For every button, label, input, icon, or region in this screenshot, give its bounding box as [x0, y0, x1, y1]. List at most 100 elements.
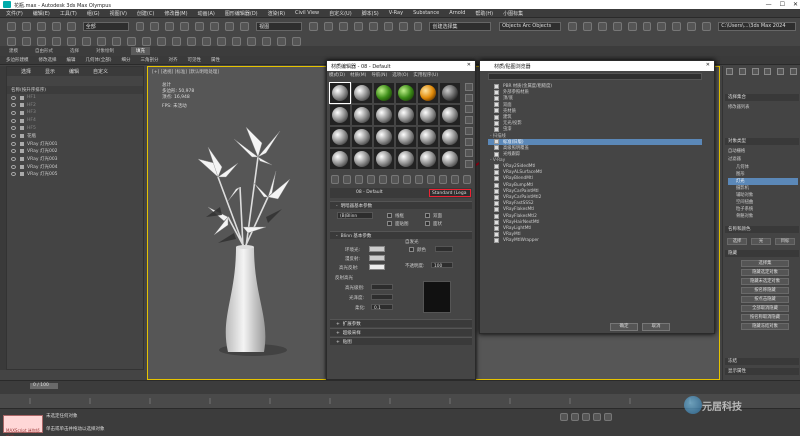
curve-editor-icon[interactable] — [627, 21, 637, 31]
lock-icon[interactable] — [277, 37, 286, 46]
ribbon-poly-modeling[interactable]: 多边形建模 — [6, 57, 29, 63]
ribbon-modify-selection[interactable]: 修改选择 — [39, 57, 57, 63]
hide-by-hit-button[interactable]: 按点击隐藏 — [741, 296, 789, 303]
extended-params-rollout[interactable]: + 扩展参数 — [330, 319, 472, 327]
explorer-tab-edit[interactable]: 编辑 — [69, 68, 79, 75]
menu-substance[interactable]: Substance — [413, 10, 439, 16]
material-slot[interactable] — [440, 149, 460, 169]
hide-by-category-button[interactable]: 选择集 — [741, 260, 789, 267]
render-frame-icon[interactable] — [687, 21, 697, 31]
select-button[interactable]: 选择 — [727, 238, 747, 245]
menu-modifiers[interactable]: 修改器(M) — [164, 10, 187, 17]
two-sided-checkbox[interactable] — [425, 213, 430, 218]
explorer-tab-customize[interactable]: 自定义 — [93, 68, 108, 75]
diffuse-color-swatch[interactable] — [369, 255, 385, 261]
object-type-section[interactable]: 对象类型 — [725, 138, 799, 145]
rect-select-icon[interactable] — [165, 21, 175, 31]
object-type-item[interactable]: 几何体 — [728, 164, 798, 171]
ok-button[interactable]: 确定 — [610, 323, 638, 331]
material-slot[interactable] — [330, 127, 350, 147]
material-slot[interactable] — [374, 83, 394, 103]
self-illum-color-checkbox[interactable] — [409, 247, 414, 252]
teapot-icon[interactable] — [217, 37, 226, 46]
name-color-section[interactable]: 名称和颜色 — [725, 226, 799, 233]
window-crossing-icon[interactable] — [180, 21, 190, 31]
path-dropdown[interactable]: C:\Users\...\3ds Max 2024 — [718, 21, 796, 31]
freeze-section[interactable]: 冻结 — [725, 358, 799, 365]
rotate-icon[interactable] — [210, 21, 220, 31]
visibility-eye-icon[interactable] — [11, 164, 16, 169]
graphite-icon[interactable] — [612, 21, 622, 31]
show-end-icon[interactable] — [439, 175, 447, 184]
uv-tiling-icon[interactable] — [465, 116, 473, 124]
material-slot[interactable] — [352, 83, 372, 103]
material-editor-icon[interactable] — [657, 21, 667, 31]
put-to-scene-icon[interactable] — [343, 175, 351, 184]
close-button[interactable]: ✕ — [793, 1, 798, 8]
display-tab-icon[interactable] — [777, 67, 785, 75]
cylinder-icon[interactable] — [127, 37, 136, 46]
show-map-icon[interactable] — [427, 175, 435, 184]
go-end-icon[interactable] — [604, 413, 612, 421]
select-layer-icon[interactable] — [52, 37, 61, 46]
soften-input[interactable]: 0.1 — [371, 304, 393, 311]
material-slot[interactable] — [396, 83, 416, 103]
get-material-icon[interactable] — [331, 175, 339, 184]
menu-group[interactable]: 组(G) — [87, 10, 100, 17]
explorer-tab-select[interactable]: 选择 — [21, 68, 31, 75]
material-slot[interactable] — [396, 105, 416, 125]
material-slot[interactable] — [330, 149, 350, 169]
menu-animation[interactable]: 动画(A) — [198, 10, 215, 17]
explorer-row[interactable]: 花瓶 — [7, 132, 143, 140]
specular-color-swatch[interactable] — [369, 264, 385, 270]
material-slot[interactable] — [440, 83, 460, 103]
grid-icon[interactable] — [247, 37, 256, 46]
layers-icon[interactable] — [597, 21, 607, 31]
modify-tab-icon[interactable] — [738, 67, 746, 75]
object-type-item[interactable]: 骨骼对象 — [728, 213, 798, 220]
explorer-tab-display[interactable]: 显示 — [45, 68, 55, 75]
spinner-snap-icon[interactable] — [398, 21, 408, 31]
material-slot[interactable] — [396, 127, 416, 147]
mated-menu-navigation[interactable]: 导航(N) — [371, 72, 387, 78]
angle-snap-icon[interactable] — [368, 21, 378, 31]
snaps-icon[interactable] — [353, 21, 363, 31]
unhide-all-button[interactable]: 全部取消隐藏 — [741, 305, 789, 312]
brackets-icon[interactable] — [82, 37, 91, 46]
menu-help[interactable]: 帮助(H) — [475, 10, 493, 17]
mated-menu-mode[interactable]: 模式(D) — [329, 72, 345, 78]
material-slot[interactable] — [374, 127, 394, 147]
next-frame-icon[interactable] — [593, 413, 601, 421]
object-type-item[interactable]: 摄影机 — [728, 185, 798, 192]
background-icon[interactable] — [465, 105, 473, 113]
utilities-tab-icon[interactable] — [790, 67, 798, 75]
mated-menu-utilities[interactable]: 实用程序(U) — [413, 72, 438, 78]
menu-create[interactable]: 创建(C) — [137, 10, 154, 17]
explorer-row[interactable]: VRay 灯光001 — [7, 140, 143, 148]
menu-edit[interactable]: 编辑(E) — [33, 10, 50, 17]
explorer-column-header[interactable]: 名称(按升序排序) — [7, 86, 143, 94]
spec-level-input[interactable] — [371, 284, 393, 290]
explorer-row[interactable]: HF4 — [7, 117, 143, 125]
visibility-eye-icon[interactable] — [11, 133, 16, 138]
material-slot[interactable] — [440, 127, 460, 147]
material-slot[interactable] — [374, 149, 394, 169]
scissors-icon[interactable] — [172, 37, 181, 46]
menu-graph-editors[interactable]: 图形编辑器(D) — [225, 10, 258, 17]
menu-small-icons[interactable]: 小图标集 — [503, 10, 523, 17]
cube-icon[interactable] — [97, 37, 106, 46]
ribbon-triangulation[interactable]: 三角剖分 — [141, 57, 159, 63]
explorer-row[interactable]: HF1 — [7, 94, 143, 102]
tab-freeform[interactable]: 自由形式 — [35, 48, 53, 54]
menu-tools[interactable]: 工具(T) — [60, 10, 77, 17]
glossiness-input[interactable] — [371, 294, 393, 300]
plus-icon[interactable] — [157, 37, 166, 46]
hide-frozen-button[interactable]: 隐藏冻结对象 — [741, 323, 789, 330]
mirror-icon[interactable] — [567, 21, 577, 31]
motion-tab-icon[interactable] — [764, 67, 772, 75]
add-to-layer-icon[interactable] — [37, 37, 46, 46]
go-sibling-icon[interactable] — [463, 175, 471, 184]
play-icon[interactable] — [582, 413, 590, 421]
hierarchy-tab-icon[interactable] — [751, 67, 759, 75]
material-slot[interactable] — [352, 149, 372, 169]
